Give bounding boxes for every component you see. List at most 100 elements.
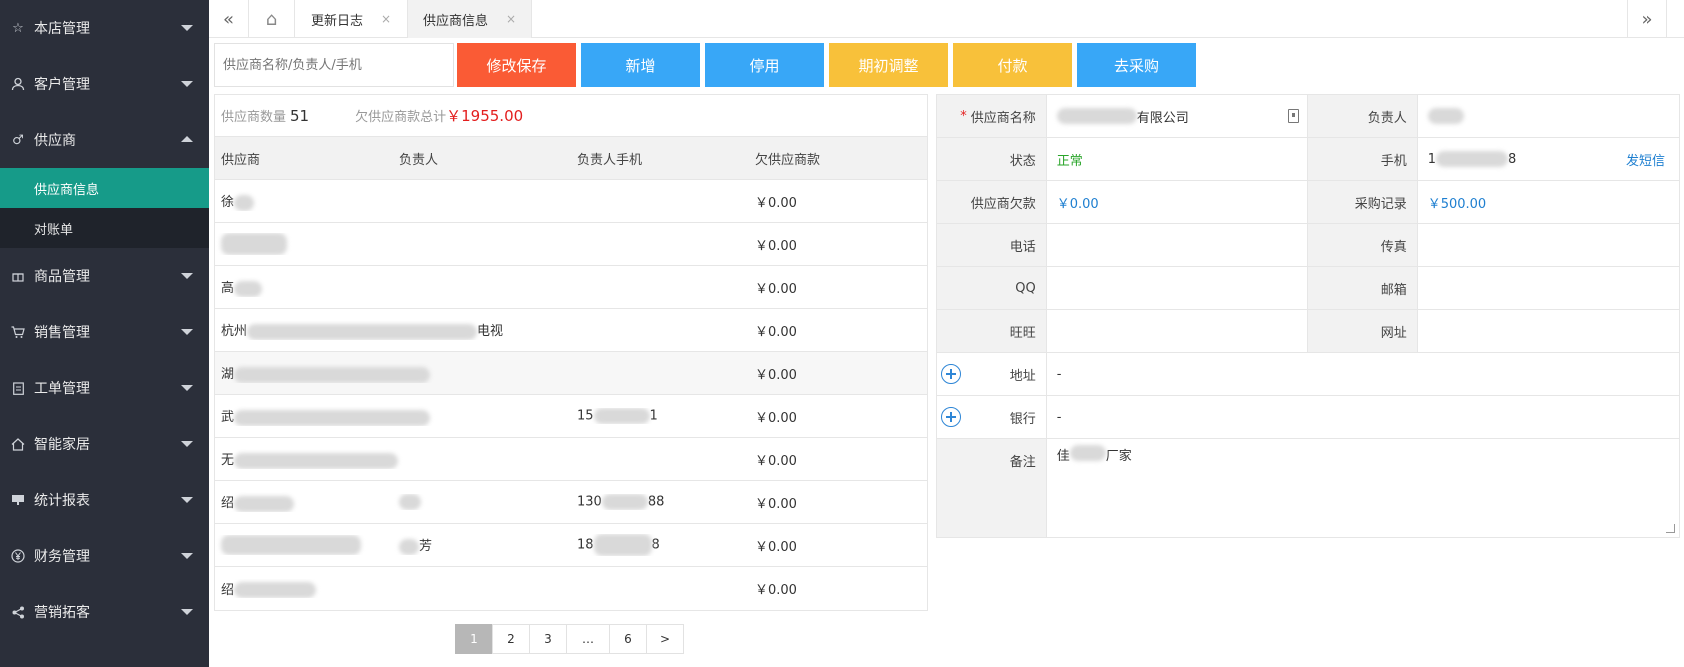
phone-head: 18 [577, 537, 594, 553]
field-label: 电话 [937, 224, 1047, 266]
phone-tail: 8 [651, 537, 660, 553]
add-address-icon[interactable] [941, 364, 961, 384]
initial-adjust-button[interactable]: 期初调整 [829, 43, 948, 87]
table-row[interactable]: 绍 130 88 ￥0.00 [215, 481, 927, 524]
tab-supplier-info[interactable]: 供应商信息 × [408, 0, 532, 38]
table-row[interactable]: 武 15 1 ￥0.00 [215, 395, 927, 438]
nav-finance-management[interactable]: 财务管理 [0, 528, 209, 584]
wangwang-field[interactable] [1047, 310, 1308, 352]
page-button[interactable]: 1 [455, 624, 493, 654]
subnav-supplier-info[interactable]: 供应商信息 [0, 168, 209, 208]
owed-cell: ￥0.00 [755, 281, 797, 297]
table-row[interactable]: ￥0.00 [215, 223, 927, 266]
label-text: 地址 [1009, 368, 1036, 384]
owner-field[interactable] [1418, 95, 1679, 137]
nav-supplier[interactable]: ♂ 供应商 [0, 112, 209, 168]
page-button[interactable]: 6 [609, 624, 647, 654]
nav-customer-management[interactable]: 客户管理 [0, 56, 209, 112]
table-row[interactable]: 高 ￥0.00 [215, 266, 927, 309]
purchase-button[interactable]: 去采购 [1077, 43, 1196, 87]
supplier-name: 无 [221, 453, 235, 469]
nav-label: 客户管理 [34, 77, 90, 93]
column-header[interactable]: 欠供应商款 [749, 149, 927, 168]
table-row[interactable]: 无 ￥0.00 [215, 438, 927, 481]
status-value: 正常 [1047, 138, 1308, 180]
send-sms-link[interactable]: 发短信 [1626, 150, 1665, 169]
chevron-down-icon [181, 81, 193, 87]
subnav-statement[interactable]: 对账单 [0, 208, 209, 248]
tab-scroll-right-button[interactable]: » [1627, 0, 1667, 38]
user-icon [10, 76, 26, 92]
nav-sales-management[interactable]: 销售管理 [0, 304, 209, 360]
column-header[interactable]: 负责人 [393, 149, 571, 168]
owed-cell: ￥0.00 [755, 195, 797, 211]
column-header[interactable]: 负责人手机 [571, 149, 749, 168]
column-header[interactable]: 供应商 [215, 149, 393, 168]
mobile-head: 1 [1427, 151, 1436, 167]
owed-cell: ￥0.00 [755, 496, 797, 512]
nav-statistics-reports[interactable]: 统计报表 [0, 472, 209, 528]
nav-smart-home[interactable]: 智能家居 [0, 416, 209, 472]
redacted-text [399, 538, 419, 555]
nav-product-management[interactable]: 商品管理 [0, 248, 209, 304]
supplier-name-tail: 有限公司 [1136, 110, 1189, 126]
bank-field[interactable]: - [1047, 396, 1679, 438]
tab-changelog[interactable]: 更新日志 × [295, 0, 408, 38]
field-label: 手机 [1308, 138, 1418, 180]
tab-label: 供应商信息 [422, 13, 488, 29]
nav-work-order-management[interactable]: 工单管理 [0, 360, 209, 416]
address-field[interactable]: - [1047, 353, 1679, 395]
nav-label: 统计报表 [34, 493, 90, 509]
form-row: 状态 正常 手机 1 8 发短信 [937, 138, 1679, 181]
close-icon[interactable]: × [381, 12, 391, 26]
field-label: QQ [937, 267, 1047, 309]
form-row: * 供应商名称 有限公司 负责人 [937, 95, 1679, 138]
search-input[interactable] [214, 43, 454, 87]
add-button[interactable]: 新增 [581, 43, 700, 87]
nav-marketing[interactable]: 营销拓客 [0, 584, 209, 640]
disable-button[interactable]: 停用 [705, 43, 824, 87]
redacted-text [234, 582, 317, 599]
tab-label: 更新日志 [310, 13, 363, 29]
supplier-cell: 绍 [215, 579, 393, 599]
supplier-name: 杭州 [221, 324, 248, 340]
resize-handle[interactable] [1666, 524, 1675, 533]
email-field[interactable] [1418, 267, 1679, 309]
supplier-name-field[interactable]: 有限公司 [1047, 95, 1308, 137]
owner-name-tail: 芳 [419, 539, 433, 555]
supplier-name: 湖 [221, 367, 235, 383]
chevron-down-icon [181, 385, 193, 391]
website-field[interactable] [1418, 310, 1679, 352]
close-icon[interactable]: × [506, 12, 516, 26]
supplier-owed-value[interactable]: ￥0.00 [1047, 181, 1308, 223]
mobile-field[interactable]: 1 8 发短信 [1418, 138, 1679, 180]
contact-card-icon[interactable] [1288, 109, 1299, 123]
fax-field[interactable] [1418, 224, 1679, 266]
purchase-record-value[interactable]: ￥500.00 [1418, 181, 1679, 223]
save-button[interactable]: 修改保存 [457, 43, 576, 87]
table-row[interactable]: 徐 ￥0.00 [215, 180, 927, 223]
page-button[interactable]: 3 [529, 624, 567, 654]
add-bank-icon[interactable] [941, 407, 961, 427]
redacted-text [234, 495, 295, 512]
table-row[interactable]: 芳 18 8 ￥0.00 [215, 524, 927, 567]
table-row[interactable]: 杭州 电视 ￥0.00 [215, 309, 927, 352]
pay-button[interactable]: 付款 [953, 43, 1072, 87]
tab-scroll-left-button[interactable]: « [209, 0, 249, 38]
redacted-text [399, 494, 421, 510]
redacted-text [593, 534, 652, 556]
chevron-down-icon [181, 497, 193, 503]
nav-store-management[interactable]: ☆ 本店管理 [0, 0, 209, 56]
table-row[interactable]: 绍 ￥0.00 [215, 567, 927, 610]
next-page-button[interactable]: > [646, 624, 684, 654]
field-label: 邮箱 [1308, 267, 1418, 309]
qq-field[interactable] [1047, 267, 1308, 309]
notes-textarea[interactable]: 佳 厂家 [1047, 439, 1679, 537]
nav-label: 供应商 [34, 133, 76, 149]
tab-home[interactable]: ⌂ [249, 0, 295, 38]
phone-field[interactable] [1047, 224, 1308, 266]
chevron-down-icon [181, 553, 193, 559]
table-row[interactable]: 湖 ￥0.00 [215, 352, 927, 395]
redacted-text [1069, 445, 1106, 461]
page-button[interactable]: 2 [492, 624, 530, 654]
